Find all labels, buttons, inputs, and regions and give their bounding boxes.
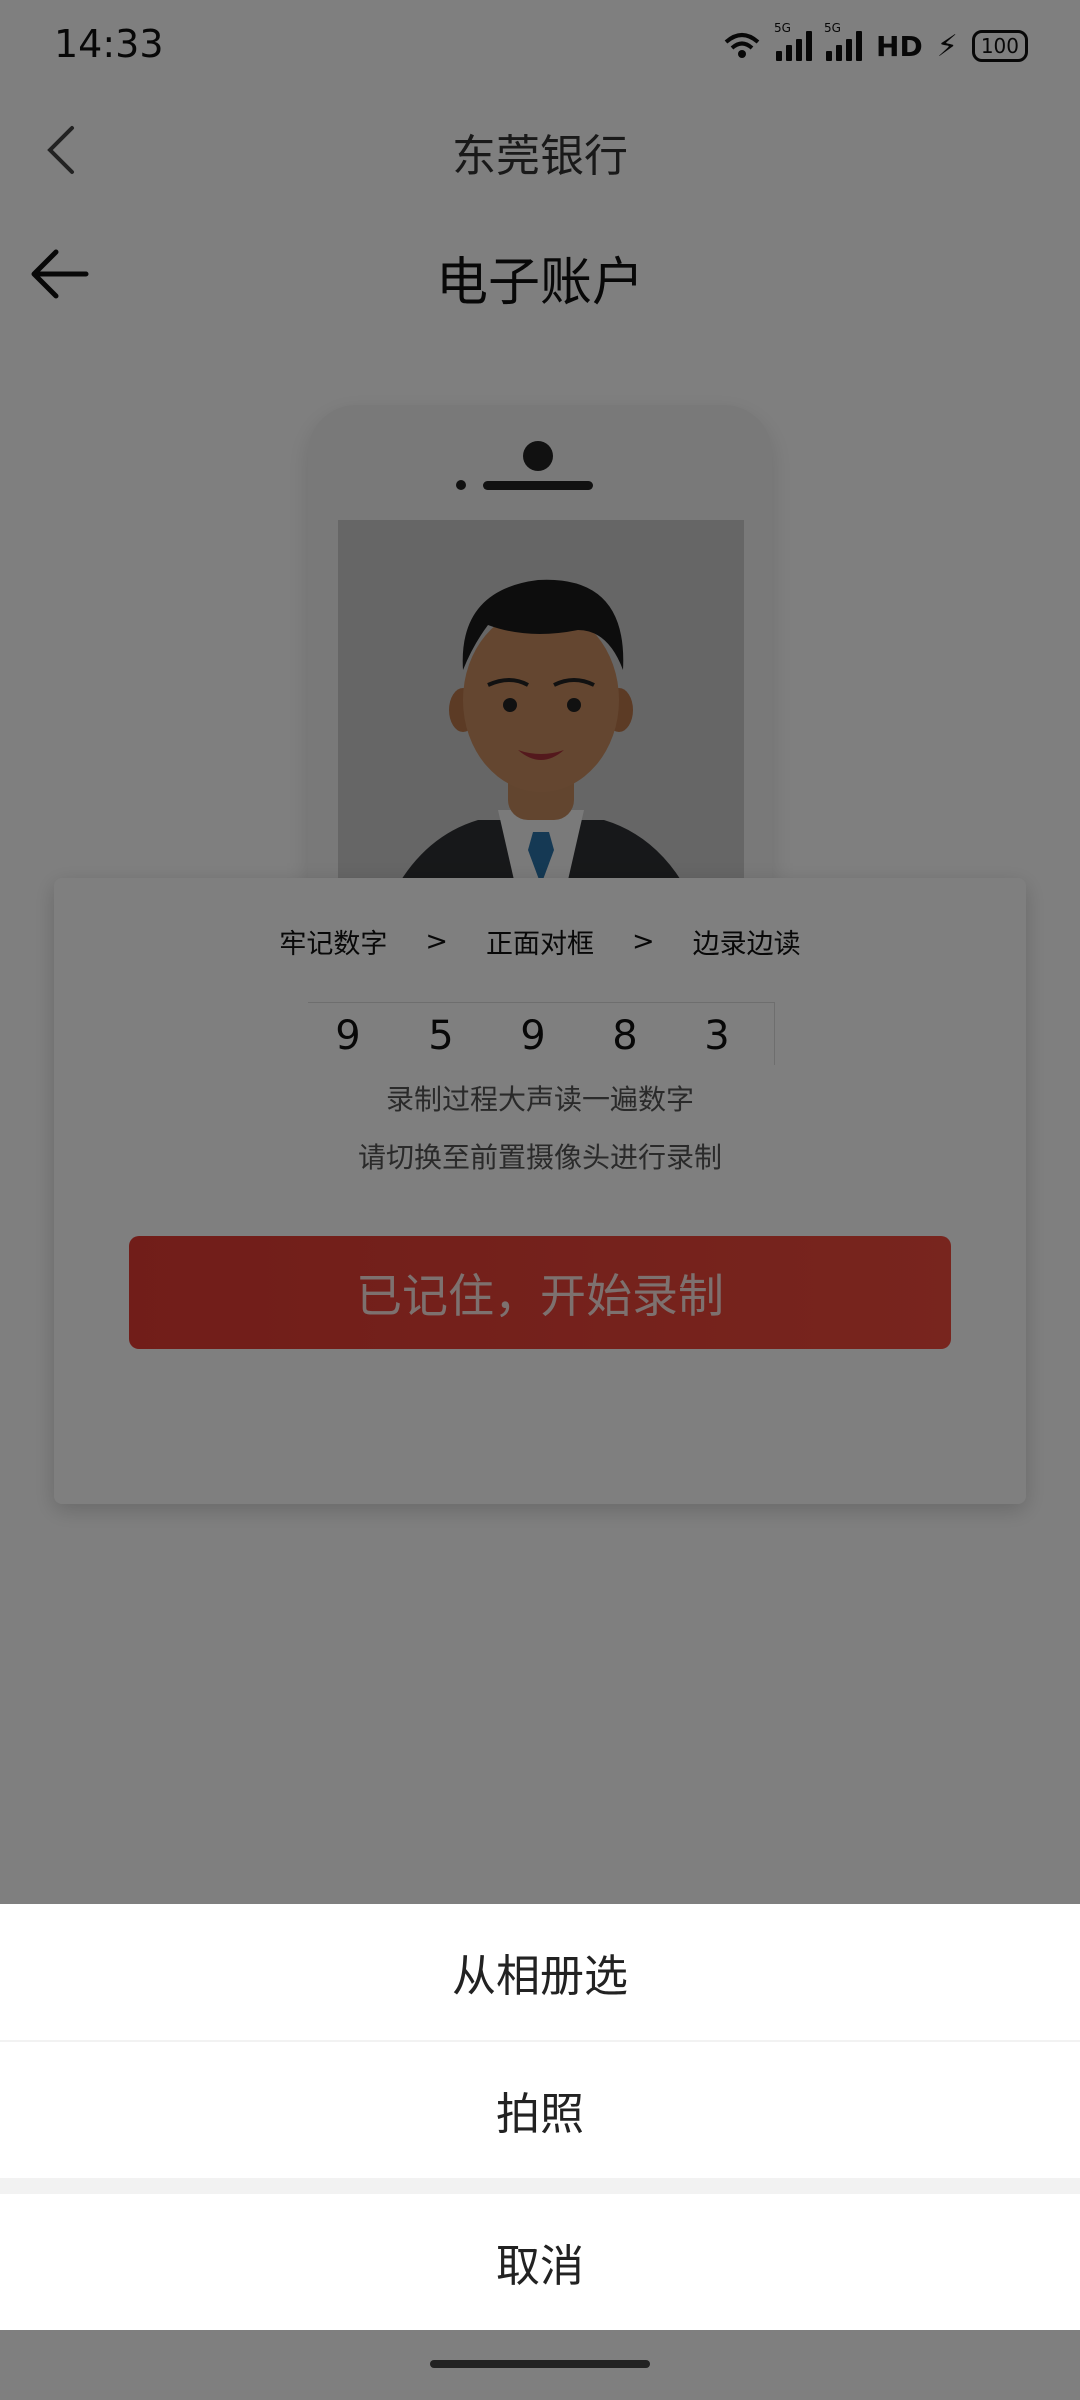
page: 14:33 5G 5G HD ⚡ 100 东莞银行 电子账户	[0, 0, 1080, 2400]
home-indicator[interactable]	[430, 2360, 650, 2368]
choose-from-album-button[interactable]: 从相册选	[0, 1904, 1080, 2040]
action-sheet: 从相册选 拍照 取消	[0, 1904, 1080, 2330]
take-photo-button[interactable]: 拍照	[0, 2042, 1080, 2178]
cancel-button[interactable]: 取消	[0, 2194, 1080, 2330]
